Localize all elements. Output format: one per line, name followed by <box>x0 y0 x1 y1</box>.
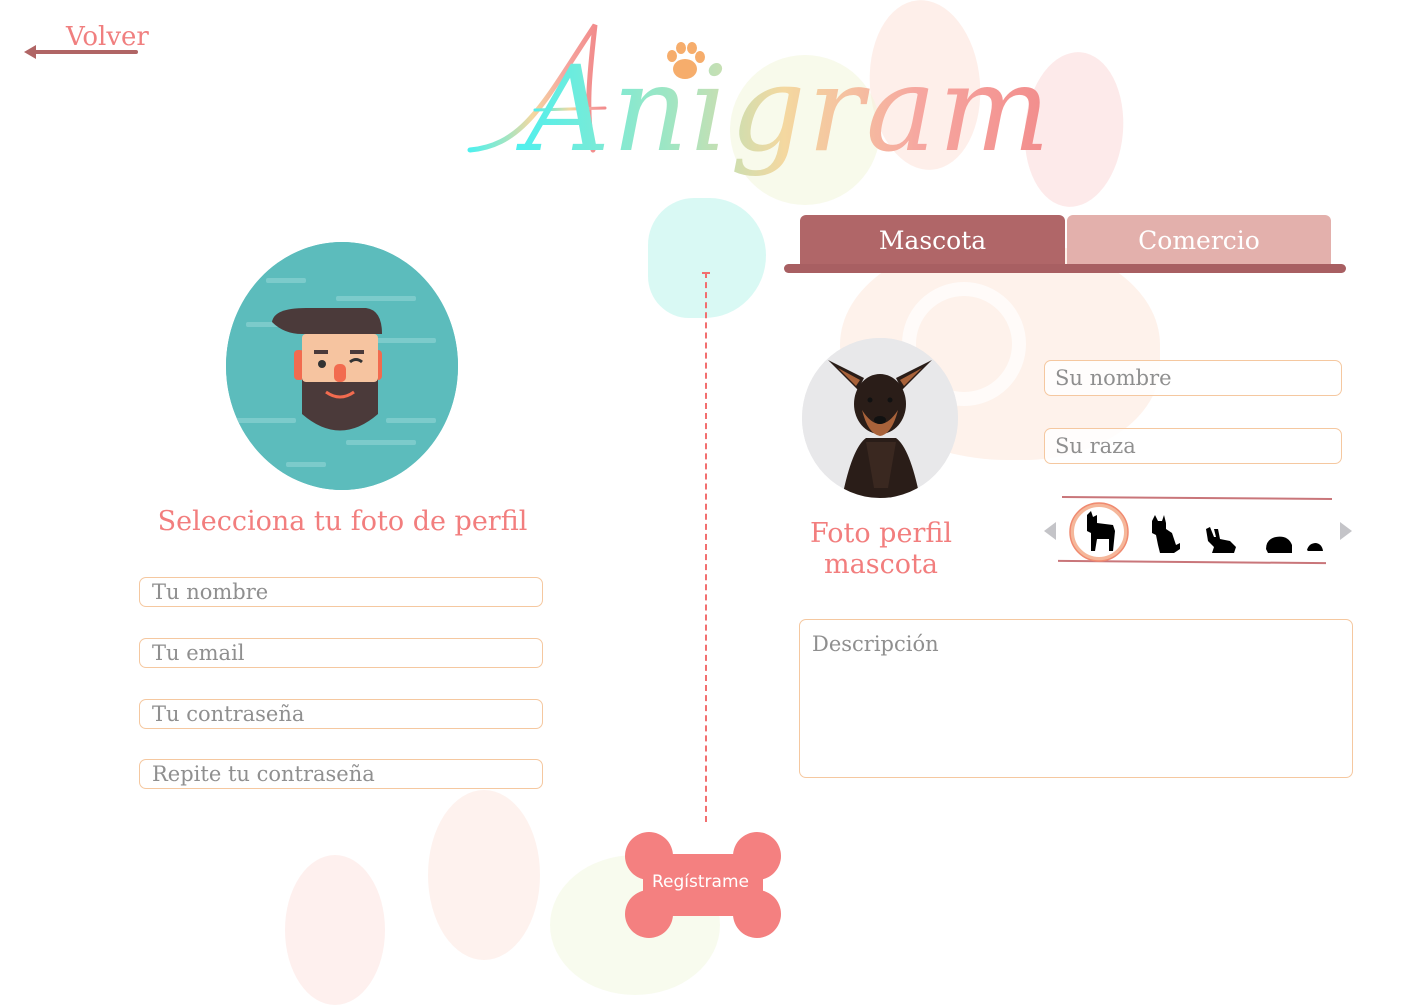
section-divider <box>702 272 710 822</box>
user-email-field[interactable] <box>139 638 543 668</box>
background-paw-blob <box>428 790 540 960</box>
user-password-field[interactable] <box>139 699 543 729</box>
pet-name-field[interactable] <box>1044 360 1342 396</box>
hamster-icon[interactable] <box>1264 535 1294 555</box>
pet-profile-photo-label[interactable]: Foto perfil mascota <box>770 518 992 580</box>
rabbit-icon[interactable] <box>1204 527 1238 555</box>
tab-comercio[interactable]: Comercio <box>1067 215 1331 265</box>
dog-icon[interactable] <box>1069 501 1129 563</box>
user-name-field[interactable] <box>139 577 543 607</box>
species-carousel <box>1040 493 1360 573</box>
pet-breed-field[interactable] <box>1044 428 1342 464</box>
background-paw-blob <box>648 198 766 318</box>
tab-bar-underline <box>784 264 1346 273</box>
cat-icon[interactable] <box>1146 515 1184 555</box>
register-button[interactable]: Regístrame <box>623 830 785 940</box>
paw-icon <box>667 42 705 79</box>
background-paw-blob <box>285 855 385 1005</box>
back-link-label: Volver <box>66 22 149 52</box>
app-logo: Anigram <box>465 10 1050 200</box>
pet-avatar[interactable] <box>802 338 958 498</box>
app-title: Anigram <box>516 40 1052 178</box>
carousel-top-line <box>1061 496 1333 500</box>
pet-description-field[interactable] <box>799 619 1353 778</box>
back-arrow-icon <box>24 45 138 59</box>
tab-mascota[interactable]: Mascota <box>800 215 1065 265</box>
register-button-label: Regístrame <box>652 872 749 892</box>
back-link[interactable]: Volver <box>24 22 149 62</box>
mouse-icon[interactable] <box>1306 541 1324 553</box>
carousel-next-arrow-icon[interactable] <box>1338 520 1354 542</box>
carousel-prev-arrow-icon[interactable] <box>1042 520 1058 542</box>
select-profile-photo-label[interactable]: Selecciona tu foto de perfil <box>140 506 545 537</box>
user-avatar[interactable] <box>226 242 458 490</box>
user-repeat-password-field[interactable] <box>139 759 543 789</box>
